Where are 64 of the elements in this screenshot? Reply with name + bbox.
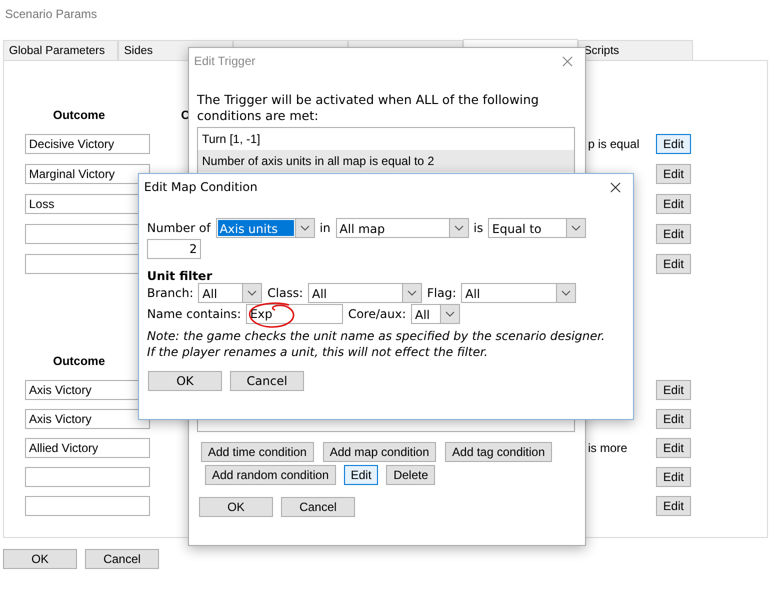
- chevron-down-icon: [440, 305, 459, 323]
- list-item[interactable]: Number of axis units in all map is equal to 2: [198, 150, 574, 172]
- dropdown[interactable]: All map: [336, 218, 469, 238]
- chevron-down-icon: [242, 284, 262, 302]
- edit-button[interactable]: Edit: [656, 466, 691, 486]
- text-field[interactable]: Allied Victory: [25, 438, 150, 458]
- action-button[interactable]: Add time condition: [201, 442, 314, 462]
- chevron-down-icon: [556, 284, 576, 302]
- action-button[interactable]: Edit: [344, 465, 378, 485]
- text-field[interactable]: [25, 466, 150, 486]
- field-label: Branch:: [147, 286, 194, 300]
- text-field[interactable]: [25, 496, 150, 516]
- dropdown[interactable]: Axis units: [216, 218, 315, 238]
- field-label: Name contains:: [147, 307, 242, 321]
- field-label: Number of: [147, 221, 211, 235]
- section-title: Unit filter: [147, 269, 214, 283]
- tab[interactable]: Global Parameters: [3, 40, 118, 60]
- ok-button[interactable]: OK: [3, 549, 77, 569]
- text-field[interactable]: Exp: [246, 304, 344, 324]
- chevron-down-icon: [566, 219, 586, 237]
- field-label: is: [474, 221, 484, 235]
- edit-button[interactable]: Edit: [656, 380, 691, 400]
- chevron-down-icon: [448, 219, 468, 237]
- field-label: Flag:: [427, 286, 456, 300]
- close-icon[interactable]: [610, 182, 621, 192]
- action-button[interactable]: Add map condition: [322, 442, 436, 462]
- text-field[interactable]: Axis Victory: [25, 408, 150, 428]
- window-title: Scenario Params: [4, 6, 98, 23]
- edit-button[interactable]: Edit: [656, 408, 691, 428]
- edit-button[interactable]: Edit: [656, 224, 691, 244]
- condition-text: is more: [588, 440, 628, 454]
- dropdown[interactable]: All: [410, 304, 460, 324]
- action-button[interactable]: Add random condition: [205, 465, 336, 485]
- chevron-down-icon: [294, 219, 314, 237]
- ok-button[interactable]: OK: [199, 497, 273, 517]
- ok-button[interactable]: OK: [148, 371, 222, 391]
- tab[interactable]: Scripts: [578, 40, 693, 60]
- edit-button[interactable]: Edit: [656, 164, 691, 184]
- condition-text: p is equal: [588, 137, 640, 151]
- text-field[interactable]: Decisive Victory: [25, 134, 150, 154]
- cancel-button[interactable]: Cancel: [85, 549, 159, 569]
- note-text: Note: the game checks the unit name as specified by the scenario designer. If the player renames a unit, this will not effect the filter.: [147, 328, 606, 360]
- instruction-text: The Trigger will be activated when ALL of the following conditions are met:: [197, 92, 540, 124]
- edit-button[interactable]: Edit: [656, 194, 691, 214]
- edit-button[interactable]: Edit: [656, 254, 691, 274]
- dropdown[interactable]: Equal to: [488, 218, 586, 238]
- dropdown[interactable]: All: [198, 283, 262, 303]
- edit-button[interactable]: Edit: [656, 134, 691, 154]
- column-header: Outcome: [52, 108, 106, 122]
- cancel-button[interactable]: Cancel: [281, 497, 355, 517]
- cancel-button[interactable]: Cancel: [230, 371, 304, 391]
- edit-button[interactable]: Edit: [656, 496, 691, 516]
- field-label: in: [320, 221, 331, 235]
- list-item[interactable]: Turn [1, -1]: [198, 128, 574, 150]
- field-label: Core/aux:: [348, 307, 406, 321]
- action-button[interactable]: Delete: [386, 465, 436, 485]
- number-field[interactable]: 2: [147, 239, 201, 259]
- action-button[interactable]: Add tag condition: [445, 442, 552, 462]
- chevron-down-icon: [402, 284, 421, 302]
- dropdown[interactable]: All: [461, 283, 576, 303]
- edit-button[interactable]: Edit: [656, 438, 691, 458]
- dropdown[interactable]: All: [308, 283, 422, 303]
- field-label: Class:: [267, 286, 303, 300]
- column-header: Outcome: [52, 354, 106, 368]
